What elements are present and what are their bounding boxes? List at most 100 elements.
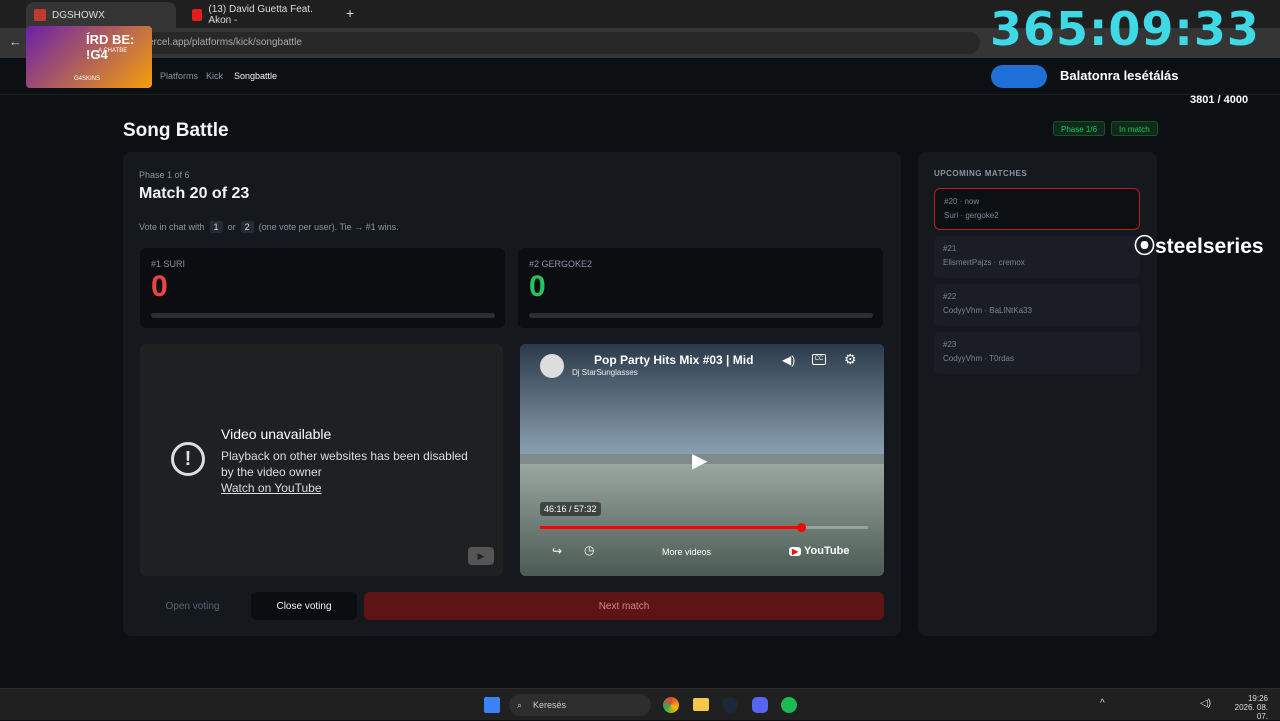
channel-avatar[interactable] (540, 354, 564, 378)
progress-fill (540, 523, 807, 532)
upcoming-matches-panel: UPCOMING MATCHES #20 · now Suri · gergok… (918, 152, 1157, 636)
volume-icon[interactable]: ◀) (782, 353, 795, 367)
video-channel[interactable]: Dj StarSunglasses (572, 368, 638, 377)
youtube-icon (192, 9, 203, 21)
taskbar-search[interactable]: ⌕ Keresés (509, 694, 651, 716)
file-explorer-icon[interactable] (693, 698, 709, 711)
tab-label: DGSHOWX (52, 9, 105, 21)
clock-time: 19:26 (1247, 694, 1268, 703)
clock[interactable]: 19:26 2026. 08. 07. (1224, 694, 1268, 721)
match-players: CodyyVhm · BaLlNtKa33 (943, 306, 1032, 315)
progress-track[interactable] (540, 523, 868, 532)
video-message: Playback on other websites has been disa… (221, 449, 468, 463)
alert-icon: ! (171, 442, 205, 476)
phase-badge: Phase 1/6 (1053, 121, 1106, 136)
instr-post: (one vote per user). Tie → #1 wins. (258, 222, 399, 232)
sponsor-icon: ⦿ (1134, 235, 1155, 258)
contestant-card-2: #2 GERGOKE2 0 (518, 248, 883, 328)
watch-later-icon[interactable]: ◷ (584, 543, 594, 557)
promo-brand: G4SKINS (74, 76, 101, 82)
nav-kick[interactable]: Kick (206, 71, 223, 81)
match-item[interactable]: #22 CodyyVhm · BaLlNtKa33 (934, 284, 1140, 326)
play-icon[interactable]: ▶ (692, 448, 707, 473)
match-item[interactable]: #23 CodyyVhm · T0rdas (934, 332, 1140, 374)
match-players: CodyyVhm · T0rdas (943, 354, 1014, 363)
video-unavailable-title: Video unavailable (221, 426, 332, 442)
open-voting-button[interactable]: Open voting (140, 592, 245, 620)
new-tab-button[interactable]: + (346, 5, 354, 21)
promo-overlay: ÍRD BE: !G4 A CHATBE G4SKINS (26, 26, 152, 88)
goal-count: 3801 / 4000 (1190, 94, 1249, 106)
promo-text: ÍRD BE: !G4 (86, 32, 135, 62)
watch-on-youtube-link[interactable]: Watch on YouTube (221, 481, 322, 495)
youtube-logo-icon[interactable]: ▶ (468, 547, 494, 565)
contestant-label: #2 GERGOKE2 (529, 259, 593, 269)
more-videos-button[interactable]: More videos (662, 547, 711, 557)
vote-bar (151, 313, 495, 318)
youtube-brand[interactable]: ▶ YouTube (789, 545, 849, 557)
tab-dgshowx[interactable]: DGSHOWX (26, 2, 176, 28)
next-match-button[interactable]: Next match (364, 592, 884, 620)
instr-or: or (227, 222, 236, 232)
goal-progress-bar (991, 65, 1047, 88)
vote-instructions: Vote in chat with 1 or 2 (one vote per u… (139, 221, 399, 233)
tab-youtube[interactable]: (13) David Guetta Feat. Akon - (184, 2, 334, 28)
taskbar: ⌕ Keresés ^ ◁) 19:26 2026. 08. 07. (0, 688, 1280, 721)
match-item[interactable]: #21 ElismertPajzs · cremox (934, 236, 1140, 278)
upcoming-heading: UPCOMING MATCHES (934, 169, 1028, 178)
match-number: #22 (943, 292, 957, 301)
goal-label: Balatonra lesétálás (1060, 68, 1179, 83)
video-time: 46:16 / 57:32 (540, 502, 601, 516)
volume-tray-icon[interactable]: ◁) (1200, 698, 1211, 709)
youtube-brand-text: YouTube (804, 545, 850, 557)
match-item[interactable]: #20 · now Suri · gergoke2 (934, 188, 1140, 230)
windows-start-icon[interactable] (484, 697, 500, 713)
match-players: Suri · gergoke2 (944, 211, 999, 220)
match-number: #21 (943, 244, 957, 253)
search-label: Keresés (533, 700, 567, 710)
key-2: 2 (240, 221, 254, 233)
back-arrow-icon[interactable]: ← (9, 34, 22, 49)
page: Platforms Kick Songbattle Balatonra lesé… (0, 58, 1280, 688)
tab-favicon (34, 9, 46, 21)
nav-platforms[interactable]: Platforms (160, 71, 198, 81)
match-number: #20 · now (944, 197, 980, 206)
tab-label: (13) David Guetta Feat. Akon - (208, 4, 313, 26)
stream-timer: 365:09:33 (990, 2, 1260, 56)
promo-subtext: A CHATBE (98, 48, 128, 54)
phase-text: Phase 1 of 6 (139, 170, 190, 180)
contestant-card-1: #1 SURI 0 (140, 248, 505, 328)
instr-pre: Vote in chat with (139, 222, 205, 232)
spotify-icon[interactable] (781, 697, 797, 713)
captions-icon[interactable]: CC (812, 354, 826, 365)
vote-score: 0 (529, 270, 546, 303)
tray-chevron-icon[interactable]: ^ (1100, 698, 1105, 709)
video-frame-bottom (520, 464, 884, 576)
clock-date: 2026. 08. 07. (1234, 703, 1268, 721)
battle-panel: Phase 1 of 6 Match 20 of 23 Vote in chat… (123, 152, 901, 636)
settings-gear-icon[interactable]: ⚙ (844, 351, 857, 368)
video-message-2: by the video owner (221, 465, 322, 479)
match-players: ElismertPajzs · cremox (943, 258, 1025, 267)
video-player-1[interactable]: ! Video unavailable Playback on other we… (140, 344, 503, 576)
share-icon[interactable]: ↪ (552, 544, 562, 558)
match-title: Match 20 of 23 (139, 185, 250, 202)
vote-bar (529, 313, 873, 318)
video-title[interactable]: Pop Party Hits Mix #03 | Mid (594, 353, 753, 367)
sponsor-text: steelseries (1155, 235, 1264, 258)
chrome-icon[interactable] (663, 697, 679, 713)
youtube-play-icon: ▶ (789, 547, 802, 556)
url-field[interactable]: ercel.app/platforms/kick/songbattle (30, 32, 980, 54)
page-title: Song Battle (123, 120, 229, 141)
close-voting-button[interactable]: Close voting (251, 592, 357, 620)
match-number: #23 (943, 340, 957, 349)
steam-icon[interactable] (722, 697, 738, 713)
status-badge: In match (1111, 121, 1158, 136)
nav-songbattle[interactable]: Songbattle (234, 71, 277, 81)
sponsor-logo: ⦿steelseries (1134, 230, 1264, 260)
discord-icon[interactable] (752, 697, 768, 713)
search-icon: ⌕ (517, 700, 523, 710)
contestant-label: #1 SURI (151, 259, 186, 269)
vote-score: 0 (151, 270, 168, 303)
video-player-2[interactable]: Pop Party Hits Mix #03 | Mid Dj StarSung… (520, 344, 884, 576)
